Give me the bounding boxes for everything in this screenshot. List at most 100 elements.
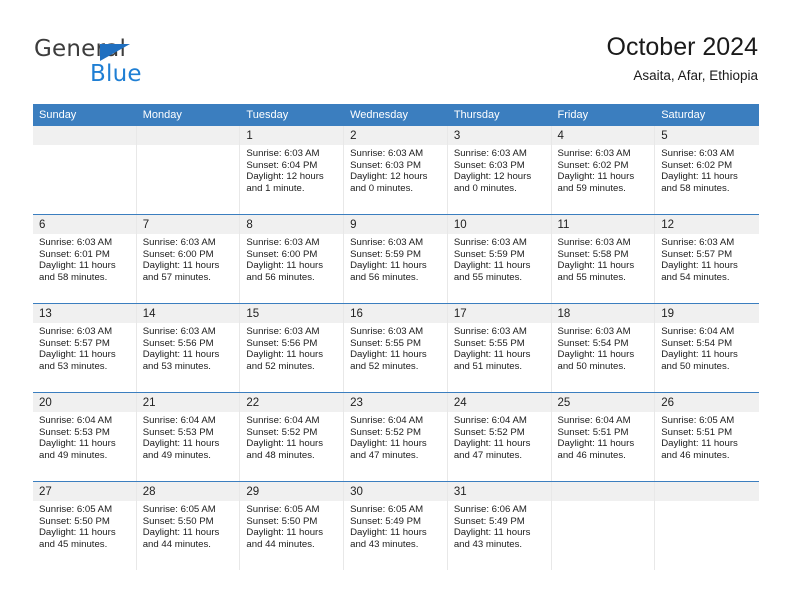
- day-info: Sunrise: 6:04 AM Sunset: 5:53 PM Daylight:…: [33, 412, 136, 461]
- day-cell-inner: [136, 126, 241, 214]
- daylight-text: Daylight: 11 hours and 59 minutes.: [557, 171, 635, 194]
- calendar-day-cell[interactable]: 12 Sunrise: 6:03 AM Sunset: 5:57 PM Dayligh…: [655, 214, 759, 304]
- day-number: 31: [447, 482, 551, 501]
- daylight-text: Daylight: 11 hours and 55 minutes.: [453, 260, 531, 283]
- calendar-day-cell-empty: [655, 481, 759, 570]
- day-number: 30: [344, 482, 447, 501]
- calendar-day-cell-empty: [551, 481, 656, 570]
- calendar-day-cell[interactable]: 13 Sunrise: 6:03 AM Sunset: 5:57 PM Dayligh…: [33, 303, 137, 393]
- day-cell-inner: 31 Sunrise: 6:06 AM Sunset: 5:49 PM Dayligh…: [447, 482, 552, 570]
- calendar-day-cell[interactable]: 7 Sunrise: 6:03 AM Sunset: 6:00 PM Daylight…: [136, 214, 241, 304]
- sunset-text: Sunset: 6:01 PM: [39, 248, 110, 260]
- day-info: Sunrise: 6:05 AM Sunset: 5:50 PM Daylight:…: [240, 501, 343, 550]
- day-cell-inner: 12 Sunrise: 6:03 AM Sunset: 5:57 PM Dayligh…: [655, 215, 759, 303]
- daylight-text: Daylight: 11 hours and 57 minutes.: [142, 260, 220, 283]
- calendar-day-cell[interactable]: 31 Sunrise: 6:06 AM Sunset: 5:49 PM Dayligh…: [447, 481, 552, 570]
- calendar-day-cell[interactable]: 14 Sunrise: 6:03 AM Sunset: 5:56 PM Dayligh…: [136, 303, 241, 393]
- day-info: Sunrise: 6:03 AM Sunset: 6:04 PM Daylight:…: [240, 145, 343, 194]
- day-info: Sunrise: 6:03 AM Sunset: 5:54 PM Daylight:…: [552, 323, 655, 372]
- day-cell-inner: 8 Sunrise: 6:03 AM Sunset: 6:00 PM Daylight…: [240, 215, 345, 303]
- sunset-text: Sunset: 5:59 PM: [453, 248, 525, 260]
- daylight-text: Daylight: 12 hours and 0 minutes.: [453, 171, 532, 194]
- day-cell-inner: 17 Sunrise: 6:03 AM Sunset: 5:55 PM Dayligh…: [447, 304, 552, 392]
- calendar-week-row: 13 Sunrise: 6:03 AM Sunset: 5:57 PM Dayligh…: [33, 303, 759, 393]
- calendar-day-cell[interactable]: 29 Sunrise: 6:05 AM Sunset: 5:50 PM Dayligh…: [240, 481, 345, 570]
- calendar-day-cell[interactable]: 16 Sunrise: 6:03 AM Sunset: 5:55 PM Dayligh…: [344, 303, 448, 393]
- day-number: 18: [551, 304, 655, 323]
- day-cell-inner: 22 Sunrise: 6:04 AM Sunset: 5:52 PM Dayligh…: [240, 393, 345, 481]
- daylight-text: Daylight: 11 hours and 55 minutes.: [557, 260, 635, 283]
- calendar-day-cell[interactable]: 8 Sunrise: 6:03 AM Sunset: 6:00 PM Daylight…: [240, 214, 345, 304]
- day-number: 12: [655, 215, 759, 234]
- day-cell-inner: 11 Sunrise: 6:03 AM Sunset: 5:58 PM Dayligh…: [551, 215, 656, 303]
- calendar-day-cell[interactable]: 21 Sunrise: 6:04 AM Sunset: 5:53 PM Dayligh…: [136, 392, 241, 482]
- day-number: 26: [655, 393, 759, 412]
- day-cell-inner: 1 Sunrise: 6:03 AM Sunset: 6:04 PM Daylight…: [240, 126, 345, 214]
- sunrise-text: Sunrise: 6:03 AM: [39, 237, 113, 248]
- calendar-week-row: 6 Sunrise: 6:03 AM Sunset: 6:01 PM Daylight…: [33, 214, 759, 304]
- calendar-day-cell[interactable]: 27 Sunrise: 6:05 AM Sunset: 5:50 PM Dayligh…: [33, 481, 137, 570]
- calendar-day-cell[interactable]: 23 Sunrise: 6:04 AM Sunset: 5:52 PM Dayligh…: [344, 392, 448, 482]
- sunset-text: Sunset: 6:02 PM: [557, 159, 629, 171]
- day-info: Sunrise: 6:04 AM Sunset: 5:51 PM Daylight:…: [552, 412, 655, 461]
- sunrise-text: Sunrise: 6:04 AM: [661, 326, 735, 337]
- calendar-day-cell[interactable]: 30 Sunrise: 6:05 AM Sunset: 5:49 PM Dayligh…: [344, 481, 448, 570]
- day-info: Sunrise: 6:05 AM Sunset: 5:50 PM Daylight:…: [137, 501, 240, 550]
- sunset-text: Sunset: 5:53 PM: [39, 426, 110, 438]
- calendar-day-cell[interactable]: 26 Sunrise: 6:05 AM Sunset: 5:51 PM Dayligh…: [655, 392, 759, 482]
- calendar-day-cell[interactable]: 1 Sunrise: 6:03 AM Sunset: 6:04 PM Daylight…: [240, 126, 345, 215]
- sunrise-text: Sunrise: 6:05 AM: [246, 504, 320, 515]
- calendar-day-cell-empty: [33, 126, 137, 215]
- calendar-day-cell[interactable]: 11 Sunrise: 6:03 AM Sunset: 5:58 PM Dayligh…: [551, 214, 656, 304]
- sunrise-text: Sunrise: 6:03 AM: [453, 326, 527, 337]
- calendar-day-cell[interactable]: 25 Sunrise: 6:04 AM Sunset: 5:51 PM Dayligh…: [551, 392, 656, 482]
- daylight-text: Daylight: 11 hours and 49 minutes.: [39, 438, 116, 461]
- daylight-text: Daylight: 11 hours and 56 minutes.: [246, 260, 324, 283]
- day-number: [136, 126, 240, 145]
- day-info: Sunrise: 6:04 AM Sunset: 5:52 PM Daylight:…: [448, 412, 551, 461]
- sunset-text: Sunset: 5:57 PM: [39, 337, 110, 349]
- calendar-day-cell[interactable]: 15 Sunrise: 6:03 AM Sunset: 5:56 PM Dayligh…: [240, 303, 345, 393]
- calendar-day-cell[interactable]: 10 Sunrise: 6:03 AM Sunset: 5:59 PM Dayligh…: [447, 214, 552, 304]
- day-cell-inner: 20 Sunrise: 6:04 AM Sunset: 5:53 PM Dayligh…: [33, 393, 137, 481]
- sunset-text: Sunset: 5:56 PM: [246, 337, 318, 349]
- day-cell-inner: 3 Sunrise: 6:03 AM Sunset: 6:03 PM Daylight…: [447, 126, 552, 214]
- daylight-text: Daylight: 11 hours and 56 minutes.: [350, 260, 427, 283]
- daylight-text: Daylight: 11 hours and 47 minutes.: [350, 438, 427, 461]
- day-info: Sunrise: 6:04 AM Sunset: 5:52 PM Daylight:…: [344, 412, 447, 461]
- day-number: [655, 482, 759, 501]
- sunset-text: Sunset: 5:56 PM: [142, 337, 214, 349]
- day-cell-inner: 9 Sunrise: 6:03 AM Sunset: 5:59 PM Daylight…: [344, 215, 448, 303]
- calendar-day-cell[interactable]: 19 Sunrise: 6:04 AM Sunset: 5:54 PM Dayligh…: [655, 303, 759, 393]
- sunset-text: Sunset: 5:49 PM: [453, 515, 525, 527]
- sunset-text: Sunset: 5:51 PM: [557, 426, 629, 438]
- calendar-day-cell[interactable]: 5 Sunrise: 6:03 AM Sunset: 6:02 PM Daylight…: [655, 126, 759, 215]
- day-number: 8: [240, 215, 344, 234]
- day-number: 5: [655, 126, 759, 145]
- weekday-header-friday: Friday: [551, 104, 656, 126]
- calendar-day-cell[interactable]: 2 Sunrise: 6:03 AM Sunset: 6:03 PM Daylight…: [344, 126, 448, 215]
- sunset-text: Sunset: 5:54 PM: [661, 337, 733, 349]
- sunrise-text: Sunrise: 6:03 AM: [39, 326, 113, 337]
- sunrise-text: Sunrise: 6:03 AM: [142, 237, 216, 248]
- sunset-text: Sunset: 5:52 PM: [350, 426, 422, 438]
- calendar-day-cell[interactable]: 3 Sunrise: 6:03 AM Sunset: 6:03 PM Daylight…: [447, 126, 552, 215]
- calendar-day-cell[interactable]: 9 Sunrise: 6:03 AM Sunset: 5:59 PM Daylight…: [344, 214, 448, 304]
- calendar-day-cell[interactable]: 28 Sunrise: 6:05 AM Sunset: 5:50 PM Dayligh…: [136, 481, 241, 570]
- day-info: Sunrise: 6:03 AM Sunset: 6:03 PM Daylight:…: [344, 145, 447, 194]
- calendar-day-cell[interactable]: 17 Sunrise: 6:03 AM Sunset: 5:55 PM Dayligh…: [447, 303, 552, 393]
- calendar-day-cell[interactable]: 24 Sunrise: 6:04 AM Sunset: 5:52 PM Dayligh…: [447, 392, 552, 482]
- sunset-text: Sunset: 5:52 PM: [246, 426, 318, 438]
- calendar-day-cell[interactable]: 20 Sunrise: 6:04 AM Sunset: 5:53 PM Dayligh…: [33, 392, 137, 482]
- daylight-text: Daylight: 11 hours and 43 minutes.: [350, 527, 427, 550]
- day-number: 19: [655, 304, 759, 323]
- calendar-day-cell-empty: [136, 126, 241, 215]
- calendar-day-cell[interactable]: 22 Sunrise: 6:04 AM Sunset: 5:52 PM Dayligh…: [240, 392, 345, 482]
- calendar-day-cell[interactable]: 4 Sunrise: 6:03 AM Sunset: 6:02 PM Daylight…: [551, 126, 656, 215]
- sunset-text: Sunset: 5:58 PM: [557, 248, 629, 260]
- day-number: 21: [136, 393, 240, 412]
- calendar-week-row: 1 Sunrise: 6:03 AM Sunset: 6:04 PM Daylight…: [33, 126, 759, 215]
- calendar-day-cell[interactable]: 18 Sunrise: 6:03 AM Sunset: 5:54 PM Dayligh…: [551, 303, 656, 393]
- calendar-day-cell[interactable]: 6 Sunrise: 6:03 AM Sunset: 6:01 PM Daylight…: [33, 214, 137, 304]
- day-number: 1: [240, 126, 344, 145]
